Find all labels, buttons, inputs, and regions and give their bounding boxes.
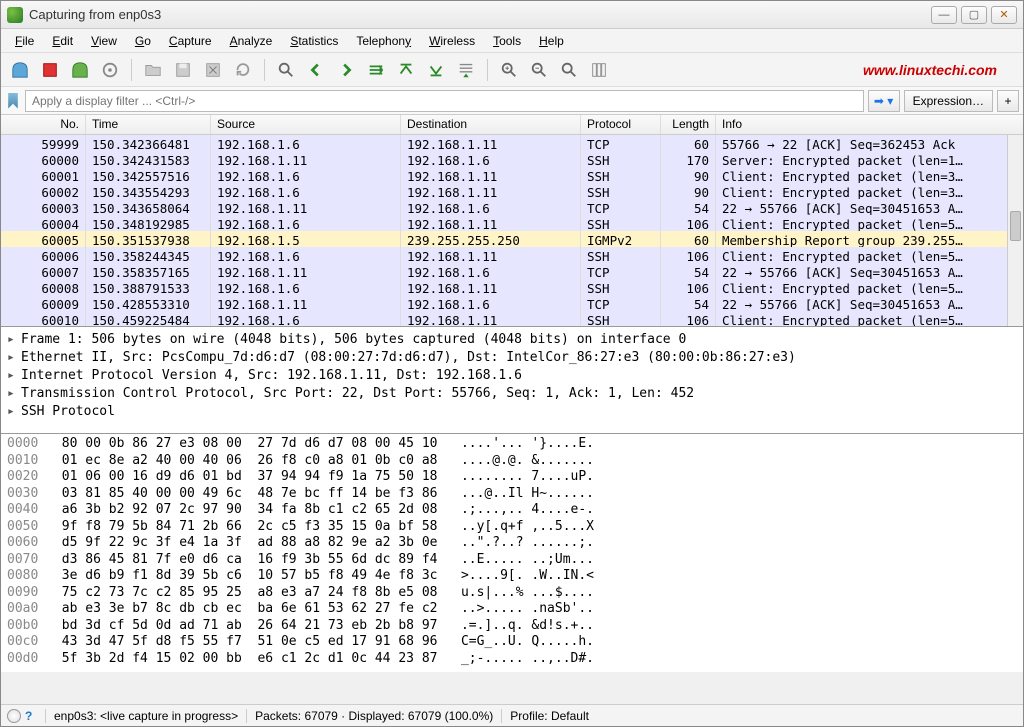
packet-list-header[interactable]: No. Time Source Destination Protocol Len… bbox=[1, 115, 1023, 135]
col-length[interactable]: Length bbox=[661, 115, 716, 134]
maximize-button[interactable]: ▢ bbox=[961, 6, 987, 24]
toolbar-separator bbox=[131, 59, 132, 81]
menu-analyze[interactable]: Analyze bbox=[222, 31, 281, 51]
toolbar: www.linuxtechi.com bbox=[1, 53, 1023, 87]
find-packet-icon[interactable] bbox=[273, 57, 299, 83]
menu-statistics[interactable]: Statistics bbox=[282, 31, 346, 51]
packet-row[interactable]: 59999150.342366481192.168.1.6192.168.1.1… bbox=[1, 135, 1023, 151]
hex-row[interactable]: 0080 3e d6 b9 f1 8d 39 5b c6 10 57 b5 f8… bbox=[7, 568, 1017, 585]
start-capture-icon[interactable] bbox=[7, 57, 33, 83]
apply-filter-icon[interactable]: ➡ ▾ bbox=[868, 90, 900, 112]
toolbar-separator bbox=[487, 59, 488, 81]
hex-dump-pane[interactable]: 0000 80 00 0b 86 27 e3 08 00 27 7d d6 d7… bbox=[1, 434, 1023, 672]
packet-row[interactable]: 60003150.343658064192.168.1.11192.168.1.… bbox=[1, 199, 1023, 215]
hex-row[interactable]: 0000 80 00 0b 86 27 e3 08 00 27 7d d6 d7… bbox=[7, 436, 1017, 453]
toolbar-separator bbox=[264, 59, 265, 81]
restart-capture-icon[interactable] bbox=[67, 57, 93, 83]
hex-row[interactable]: 0040 a6 3b b2 92 07 2c 97 90 34 fa 8b c1… bbox=[7, 502, 1017, 519]
tree-ip[interactable]: Internet Protocol Version 4, Src: 192.16… bbox=[7, 367, 1017, 385]
menu-go[interactable]: Go bbox=[127, 31, 159, 51]
hex-row[interactable]: 0060 d5 9f 22 9c 3f e4 1a 3f ad 88 a8 82… bbox=[7, 535, 1017, 552]
stop-capture-icon[interactable] bbox=[37, 57, 63, 83]
go-last-icon[interactable] bbox=[423, 57, 449, 83]
brand-text: www.linuxtechi.com bbox=[863, 62, 997, 78]
menu-view[interactable]: View bbox=[83, 31, 125, 51]
packet-row[interactable]: 60006150.358244345192.168.1.6192.168.1.1… bbox=[1, 247, 1023, 263]
col-source[interactable]: Source bbox=[211, 115, 401, 134]
app-icon bbox=[7, 7, 23, 23]
filter-bar: ➡ ▾ Expression… + bbox=[1, 87, 1023, 115]
col-destination[interactable]: Destination bbox=[401, 115, 581, 134]
zoom-out-icon[interactable] bbox=[526, 57, 552, 83]
packet-row[interactable]: 60010150.459225484192.168.1.6192.168.1.1… bbox=[1, 311, 1023, 327]
packet-row[interactable]: 60008150.388791533192.168.1.6192.168.1.1… bbox=[1, 279, 1023, 295]
zoom-reset-icon[interactable] bbox=[556, 57, 582, 83]
status-profile[interactable]: Profile: Default bbox=[501, 709, 597, 723]
col-no[interactable]: No. bbox=[1, 115, 86, 134]
packet-row[interactable]: 60007150.358357165192.168.1.11192.168.1.… bbox=[1, 263, 1023, 279]
capture-options-icon[interactable] bbox=[97, 57, 123, 83]
packet-rows: 59999150.342366481192.168.1.6192.168.1.1… bbox=[1, 135, 1023, 327]
col-protocol[interactable]: Protocol bbox=[581, 115, 661, 134]
hex-row[interactable]: 0020 01 06 00 16 d9 d6 01 bd 37 94 94 f9… bbox=[7, 469, 1017, 486]
menu-wireless[interactable]: Wireless bbox=[421, 31, 483, 51]
menu-help[interactable]: Help bbox=[531, 31, 572, 51]
packet-row[interactable]: 60009150.428553310192.168.1.11192.168.1.… bbox=[1, 295, 1023, 311]
col-info[interactable]: Info bbox=[716, 115, 1023, 134]
hex-row[interactable]: 00a0 ab e3 3e b7 8c db cb ec ba 6e 61 53… bbox=[7, 601, 1017, 618]
col-time[interactable]: Time bbox=[86, 115, 211, 134]
minimize-button[interactable]: — bbox=[931, 6, 957, 24]
bookmark-icon[interactable] bbox=[5, 93, 21, 109]
hex-row[interactable]: 0010 01 ec 8e a2 40 00 40 06 26 f8 c0 a8… bbox=[7, 453, 1017, 470]
expert-info-icon[interactable] bbox=[7, 709, 21, 723]
titlebar: Capturing from enp0s3 — ▢ ✕ bbox=[1, 1, 1023, 29]
packet-details-pane[interactable]: Frame 1: 506 bytes on wire (4048 bits), … bbox=[1, 327, 1023, 434]
menu-tools[interactable]: Tools bbox=[485, 31, 529, 51]
auto-scroll-icon[interactable] bbox=[453, 57, 479, 83]
packet-row[interactable]: 60001150.342557516192.168.1.6192.168.1.1… bbox=[1, 167, 1023, 183]
tree-ethernet[interactable]: Ethernet II, Src: PcsCompu_7d:d6:d7 (08:… bbox=[7, 349, 1017, 367]
status-packets: Packets: 67079 · Displayed: 67079 (100.0… bbox=[246, 709, 501, 723]
packet-row[interactable]: 60002150.343554293192.168.1.6192.168.1.1… bbox=[1, 183, 1023, 199]
menu-telephony[interactable]: Telephony bbox=[348, 31, 419, 51]
tree-ssh[interactable]: SSH Protocol bbox=[7, 403, 1017, 421]
save-file-icon[interactable] bbox=[170, 57, 196, 83]
close-button[interactable]: ✕ bbox=[991, 6, 1017, 24]
packet-row[interactable]: 60000150.342431583192.168.1.11192.168.1.… bbox=[1, 151, 1023, 167]
menubar: File Edit View Go Capture Analyze Statis… bbox=[1, 29, 1023, 53]
status-bar: ? enp0s3: <live capture in progress> Pac… bbox=[1, 704, 1023, 726]
packet-row[interactable]: 60004150.348192985192.168.1.6192.168.1.1… bbox=[1, 215, 1023, 231]
close-file-icon[interactable] bbox=[200, 57, 226, 83]
reload-icon[interactable] bbox=[230, 57, 256, 83]
resize-columns-icon[interactable] bbox=[586, 57, 612, 83]
status-capture: enp0s3: <live capture in progress> bbox=[45, 709, 246, 723]
hex-row[interactable]: 00d0 5f 3b 2d f4 15 02 00 bb e6 c1 2c d1… bbox=[7, 651, 1017, 668]
hex-row[interactable]: 0090 75 c2 73 7c c2 85 95 25 a8 e3 a7 24… bbox=[7, 585, 1017, 602]
go-to-packet-icon[interactable] bbox=[363, 57, 389, 83]
tree-tcp[interactable]: Transmission Control Protocol, Src Port:… bbox=[7, 385, 1017, 403]
go-forward-icon[interactable] bbox=[333, 57, 359, 83]
zoom-in-icon[interactable] bbox=[496, 57, 522, 83]
open-file-icon[interactable] bbox=[140, 57, 166, 83]
hex-row[interactable]: 0050 9f f8 79 5b 84 71 2b 66 2c c5 f3 35… bbox=[7, 519, 1017, 536]
vertical-scrollbar[interactable] bbox=[1007, 135, 1023, 326]
packet-list-pane: No. Time Source Destination Protocol Len… bbox=[1, 115, 1023, 327]
help-icon[interactable]: ? bbox=[25, 709, 39, 723]
hex-row[interactable]: 0030 03 81 85 40 00 00 49 6c 48 7e bc ff… bbox=[7, 486, 1017, 503]
hex-row[interactable]: 00b0 bd 3d cf 5d 0d ad 71 ab 26 64 21 73… bbox=[7, 618, 1017, 635]
scrollbar-thumb[interactable] bbox=[1010, 211, 1021, 241]
menu-edit[interactable]: Edit bbox=[44, 31, 81, 51]
hex-row[interactable]: 00c0 43 3d 47 5f d8 f5 55 f7 51 0e c5 ed… bbox=[7, 634, 1017, 651]
display-filter-input[interactable] bbox=[25, 90, 864, 112]
packet-row[interactable]: 60005150.351537938192.168.1.5239.255.255… bbox=[1, 231, 1023, 247]
go-back-icon[interactable] bbox=[303, 57, 329, 83]
tree-frame[interactable]: Frame 1: 506 bytes on wire (4048 bits), … bbox=[7, 331, 1017, 349]
menu-capture[interactable]: Capture bbox=[161, 31, 220, 51]
add-filter-button[interactable]: + bbox=[997, 90, 1019, 112]
go-first-icon[interactable] bbox=[393, 57, 419, 83]
expression-button[interactable]: Expression… bbox=[904, 90, 993, 112]
menu-file[interactable]: File bbox=[7, 31, 42, 51]
window-title: Capturing from enp0s3 bbox=[29, 7, 931, 22]
hex-row[interactable]: 0070 d3 86 45 81 7f e0 d6 ca 16 f9 3b 55… bbox=[7, 552, 1017, 569]
